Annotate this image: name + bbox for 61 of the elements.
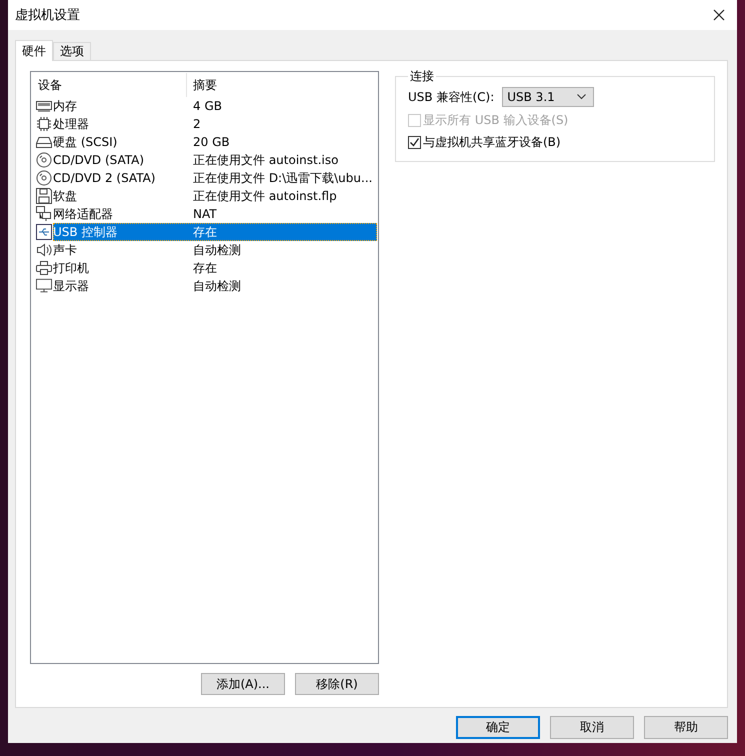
usb-icon [36,224,52,240]
device-summary: 自动检测 [192,278,241,294]
device-row[interactable]: 处理器 2 [32,115,377,133]
printer-icon [36,260,52,276]
device-name: 打印机 [53,260,89,276]
device-summary: 4 GB [192,99,222,113]
checkbox[interactable] [408,136,421,149]
device-name: 处理器 [53,116,89,132]
device-name: CD/DVD (SATA) [53,153,144,167]
drive-icon [36,135,52,149]
device-name: 声卡 [53,242,77,258]
chip-icon [36,116,52,132]
device-row[interactable]: CD/DVD 2 (SATA) 正在使用文件 D:\迅雷下载\ubu... [32,169,377,187]
device-row[interactable]: 显示器 自动检测 [32,277,377,295]
device-name: 网络适配器 [53,206,113,222]
disc-icon [36,152,52,168]
device-name: 硬盘 (SCSI) [53,134,118,150]
device-summary: 20 GB [192,135,230,149]
column-header[interactable]: 摘要 [187,73,217,97]
column-header[interactable]: 设备 [32,73,187,97]
device-summary: 正在使用文件 autoinst.flp [192,188,337,204]
compat-dropdown[interactable]: USB 3.1 [502,87,594,107]
close-icon[interactable] [713,9,725,21]
group-title: 连接 [409,68,435,85]
device-name: 软盘 [53,188,77,204]
checkbox-label: 显示所有 USB 输入设备(S) [423,112,568,129]
tab[interactable]: 硬件 [15,40,53,61]
device-summary: 存在 [192,260,217,276]
tab[interactable]: 选项 [53,42,91,60]
floppy-icon [36,188,52,204]
device-name: 内存 [53,98,77,114]
device-name: CD/DVD 2 (SATA) [53,171,156,185]
dialog-button[interactable]: 确定 [456,716,540,739]
chevron-down-icon [577,94,586,100]
device-summary: NAT [192,207,217,221]
checkbox-label: 与虚拟机共享蓝牙设备(B) [423,134,561,151]
device-summary: 正在使用文件 D:\迅雷下载\ubu... [192,170,372,186]
list-button[interactable]: 添加(A)... [201,673,285,695]
device-summary: 自动检测 [192,242,241,258]
list-button[interactable]: 移除(R) [295,673,379,695]
window-title: 虚拟机设置 [15,7,80,24]
disc-icon [36,170,52,186]
device-summary: 存在 [192,224,217,240]
device-row[interactable]: 软盘 正在使用文件 autoinst.flp [32,187,377,205]
device-row[interactable]: 声卡 自动检测 [32,241,377,259]
compat-label: USB 兼容性(C): [408,88,494,106]
device-summary: 2 [192,117,201,131]
device-row[interactable]: 内存 4 GB [32,97,377,115]
device-row[interactable]: 硬盘 (SCSI) 20 GB [32,133,377,151]
monitor-icon [36,278,52,294]
device-name: USB 控制器 [53,224,118,240]
device-summary: 正在使用文件 autoinst.iso [192,152,338,168]
device-row[interactable]: CD/DVD (SATA) 正在使用文件 autoinst.iso [32,151,377,169]
device-name: 显示器 [53,278,89,294]
network-icon [36,206,52,222]
device-row[interactable]: 网络适配器 NAT [32,205,377,223]
dialog-button[interactable]: 取消 [550,716,634,739]
speaker-icon [36,242,52,258]
device-row[interactable]: 打印机 存在 [32,259,377,277]
dialog-button[interactable]: 帮助 [644,716,728,739]
memory-icon [36,99,52,113]
